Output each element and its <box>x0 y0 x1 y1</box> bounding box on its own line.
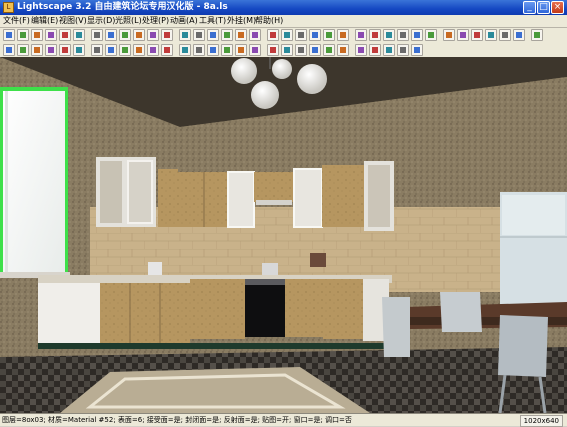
display-icon[interactable] <box>485 29 497 41</box>
curve-icon[interactable] <box>179 29 191 41</box>
close-button[interactable]: × <box>551 1 564 14</box>
save-icon[interactable] <box>31 29 43 41</box>
zoom-window-icon[interactable] <box>411 29 423 41</box>
title-bar: L Lightscape 3.2 自由建筑论坛专用汉化版 - 8a.ls _ □… <box>0 0 567 15</box>
invert-icon[interactable] <box>91 44 103 56</box>
cube-wire-icon[interactable] <box>17 44 29 56</box>
render-viewport[interactable] <box>0 57 567 413</box>
menu-help[interactable]: 帮助(H) <box>255 15 283 27</box>
window-title: Lightscape 3.2 自由建筑论坛专用汉化版 - 8a.ls <box>17 2 228 12</box>
undo-icon[interactable] <box>45 29 57 41</box>
menu-view[interactable]: 视图(V) <box>59 15 87 27</box>
main-toolbar <box>0 28 567 44</box>
view-icon[interactable] <box>471 29 483 41</box>
sun-icon[interactable] <box>499 29 511 41</box>
paste-icon[interactable] <box>235 29 247 41</box>
lamp-icon[interactable] <box>531 29 543 41</box>
render-icon[interactable] <box>249 29 261 41</box>
select-add-icon[interactable] <box>45 44 57 56</box>
copy-icon[interactable] <box>221 29 233 41</box>
light-icon[interactable] <box>457 29 469 41</box>
grid-icon[interactable] <box>105 44 117 56</box>
zoom-icon[interactable] <box>337 29 349 41</box>
select-icon[interactable] <box>31 44 43 56</box>
menu-animation[interactable]: 动画(A) <box>170 15 198 27</box>
block-7-icon[interactable] <box>411 44 423 56</box>
layer-icon[interactable] <box>207 29 219 41</box>
menu-file[interactable]: 文件(F) <box>3 15 30 27</box>
resolution-readout: 1020x640 <box>519 415 563 427</box>
block-2-icon[interactable] <box>337 44 349 56</box>
material-icon[interactable] <box>133 44 145 56</box>
globe-icon[interactable] <box>267 44 279 56</box>
axis-x-icon[interactable] <box>133 29 145 41</box>
menu-edit[interactable]: 编辑(E) <box>31 15 58 27</box>
axis-y-icon[interactable] <box>147 29 159 41</box>
zoom-extents-icon[interactable] <box>397 29 409 41</box>
menu-lighting[interactable]: 光照(L) <box>115 15 142 27</box>
kitchen-render <box>0 57 567 413</box>
open-icon[interactable] <box>17 29 29 41</box>
camera-icon[interactable] <box>425 29 437 41</box>
app-icon[interactable]: L <box>3 2 14 13</box>
maximize-button[interactable]: □ <box>537 1 550 14</box>
print-icon[interactable] <box>59 29 71 41</box>
menu-process[interactable]: 处理(P) <box>142 15 169 27</box>
bitmap-icon[interactable] <box>295 44 307 56</box>
texture-icon[interactable] <box>119 44 131 56</box>
pencil-icon[interactable] <box>207 44 219 56</box>
brightness-icon[interactable] <box>249 44 261 56</box>
dolly-icon[interactable] <box>383 29 395 41</box>
help-cursor-icon[interactable] <box>91 29 103 41</box>
pan-icon[interactable] <box>369 29 381 41</box>
color-icon[interactable] <box>235 44 247 56</box>
walk-icon[interactable] <box>309 29 321 41</box>
block-5-icon[interactable] <box>383 44 395 56</box>
orbit-icon[interactable] <box>323 29 335 41</box>
block-4-icon[interactable] <box>369 44 381 56</box>
help-icon[interactable] <box>73 29 85 41</box>
eraser-icon[interactable] <box>221 44 233 56</box>
select-box-icon[interactable] <box>73 44 85 56</box>
menu-tools[interactable]: 工具(T) <box>199 15 226 27</box>
menu-bar: 文件(F) 编辑(E) 视图(V) 显示(D) 光照(L) 处理(P) 动画(A… <box>0 15 567 28</box>
mesh-icon[interactable] <box>281 44 293 56</box>
luminaire-icon[interactable] <box>161 44 173 56</box>
cube-solid-icon[interactable] <box>3 44 15 56</box>
menu-plugins[interactable]: 外挂(M) <box>227 15 256 27</box>
block-3-icon[interactable] <box>355 44 367 56</box>
new-icon[interactable] <box>3 29 15 41</box>
sphere-icon[interactable] <box>281 29 293 41</box>
hand-icon[interactable] <box>355 29 367 41</box>
target-icon[interactable] <box>309 44 321 56</box>
magnify-icon[interactable] <box>295 29 307 41</box>
screen-icon[interactable] <box>513 29 525 41</box>
block-1-icon[interactable] <box>323 44 335 56</box>
move-icon[interactable] <box>105 29 117 41</box>
minimize-button[interactable]: _ <box>523 1 536 14</box>
cube-icon[interactable] <box>267 29 279 41</box>
status-bar: 图层=8ox03; 材质=Material #52; 表面=6; 接受面=是; … <box>0 413 567 427</box>
select-remove-icon[interactable] <box>59 44 71 56</box>
rotate-icon[interactable] <box>119 29 131 41</box>
menu-display[interactable]: 显示(D) <box>87 15 115 27</box>
status-text: 图层=8ox03; 材质=Material #52; 表面=6; 接受面=是; … <box>2 416 352 424</box>
block-6-icon[interactable] <box>397 44 409 56</box>
axis-z-icon[interactable] <box>161 29 173 41</box>
solution-icon[interactable] <box>179 44 191 56</box>
fly-icon[interactable] <box>443 29 455 41</box>
wrench-icon[interactable] <box>193 44 205 56</box>
scale-icon[interactable] <box>193 29 205 41</box>
light-source-icon[interactable] <box>147 44 159 56</box>
